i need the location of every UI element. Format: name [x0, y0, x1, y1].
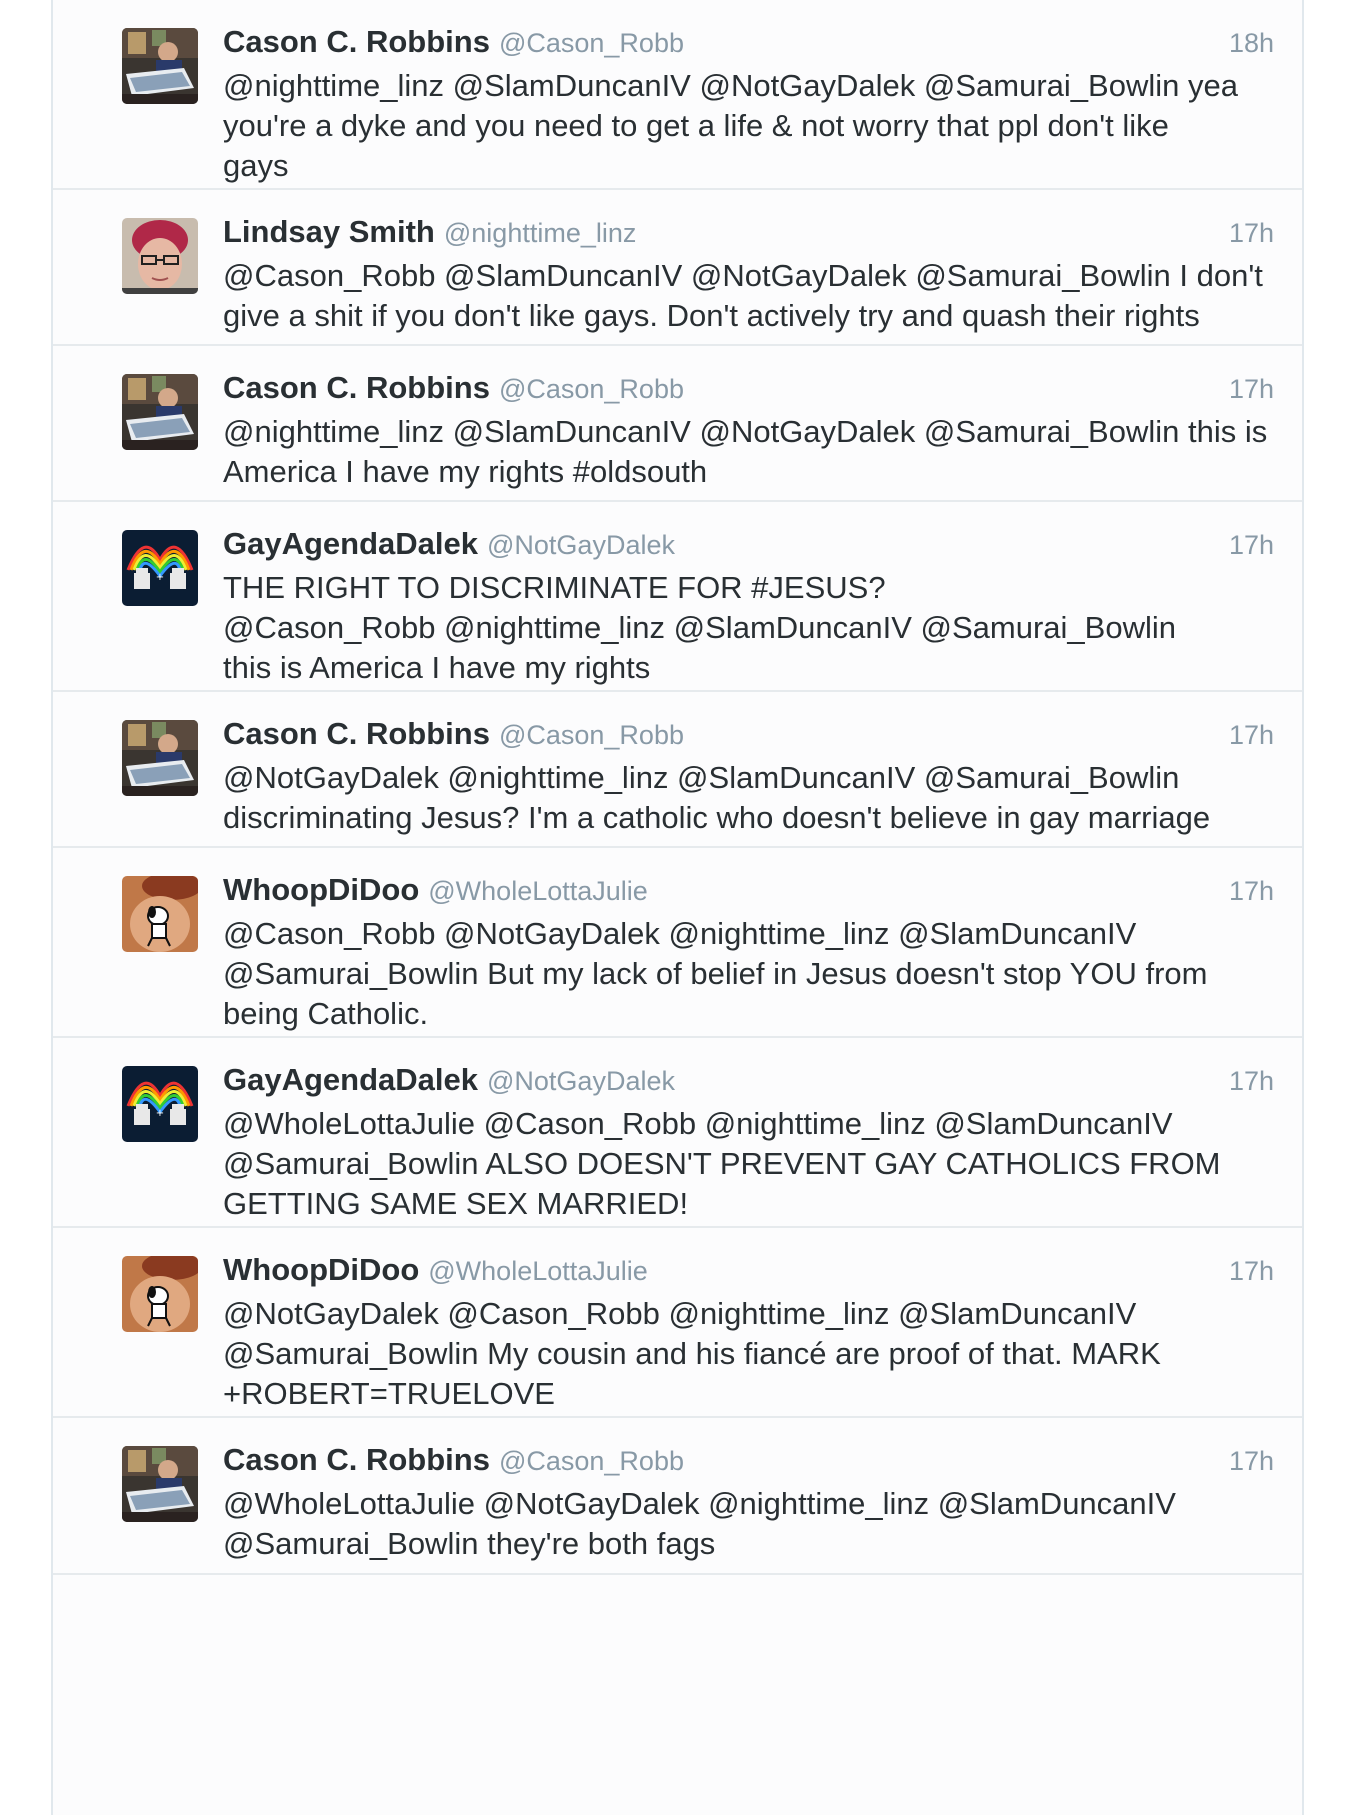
tweet-text: @NotGayDalek @nighttime_linz @SlamDuncan…	[223, 760, 1211, 835]
svg-text:+: +	[156, 1108, 164, 1119]
author-handle[interactable]: @Cason_Robb	[499, 28, 684, 59]
tweet-content: Lindsay Smith @nighttime_linz 17h @Cason…	[223, 214, 1274, 336]
author-name[interactable]: GayAgendaDalek	[223, 1062, 478, 1098]
tweet-timestamp[interactable]: 17h	[1229, 374, 1274, 405]
author-name[interactable]: Lindsay Smith	[223, 214, 435, 250]
author-name[interactable]: Cason C. Robbins	[223, 370, 490, 406]
tweet-content: WhoopDiDoo @WholeLottaJulie 17h @NotGayD…	[223, 1252, 1274, 1414]
author-handle[interactable]: @NotGayDalek	[487, 1066, 675, 1097]
tweet-6[interactable]: WhoopDiDoo @WholeLottaJulie 17h @Cason_R…	[53, 848, 1302, 1038]
tweet-header: Cason C. Robbins @Cason_Robb 17h	[223, 370, 1274, 412]
tweet-content: Cason C. Robbins @Cason_Robb 17h @nightt…	[223, 370, 1274, 492]
cason-avatar[interactable]	[122, 1446, 198, 1522]
author-name[interactable]: Cason C. Robbins	[223, 716, 490, 752]
tweet-header: Lindsay Smith @nighttime_linz 17h	[223, 214, 1274, 256]
tweet-content: GayAgendaDalek @NotGayDalek 17h THE RIGH…	[223, 526, 1274, 688]
tweet-content: WhoopDiDoo @WholeLottaJulie 17h @Cason_R…	[223, 872, 1274, 1034]
author-handle[interactable]: @WholeLottaJulie	[428, 1256, 648, 1287]
tweet-timestamp[interactable]: 17h	[1229, 530, 1274, 561]
tweet-text: @nighttime_linz @SlamDuncanIV @NotGayDal…	[223, 414, 1268, 489]
tweet-1[interactable]: Cason C. Robbins @Cason_Robb 18h @nightt…	[53, 0, 1302, 190]
tweet-timestamp[interactable]: 17h	[1229, 1446, 1274, 1477]
tweet-text: @Cason_Robb @NotGayDalek @nighttime_linz…	[223, 916, 1208, 1031]
tweet-7[interactable]: + GayAgendaDalek @NotGayDalek 17h @Whole…	[53, 1038, 1302, 1228]
tweet-content: Cason C. Robbins @Cason_Robb 17h @WholeL…	[223, 1442, 1274, 1564]
tweet-4[interactable]: + GayAgendaDalek @NotGayDalek 17h THE RI…	[53, 502, 1302, 692]
cason-avatar[interactable]	[122, 720, 198, 796]
tweet-content: GayAgendaDalek @NotGayDalek 17h @WholeLo…	[223, 1062, 1274, 1224]
author-handle[interactable]: @WholeLottaJulie	[428, 876, 648, 907]
tweet-header: Cason C. Robbins @Cason_Robb 17h	[223, 1442, 1274, 1484]
tweet-header: Cason C. Robbins @Cason_Robb 18h	[223, 24, 1274, 66]
author-handle[interactable]: @Cason_Robb	[499, 720, 684, 751]
author-name[interactable]: GayAgendaDalek	[223, 526, 478, 562]
author-handle[interactable]: @nighttime_linz	[444, 218, 637, 249]
cason-avatar[interactable]	[122, 28, 198, 104]
lindsay-avatar[interactable]	[122, 218, 198, 294]
author-name[interactable]: WhoopDiDoo	[223, 1252, 419, 1288]
tweet-header: WhoopDiDoo @WholeLottaJulie 17h	[223, 1252, 1274, 1294]
tweet-text: @nighttime_linz @SlamDuncanIV @NotGayDal…	[223, 68, 1238, 183]
cason-avatar[interactable]	[122, 374, 198, 450]
tweet-header: GayAgendaDalek @NotGayDalek 17h	[223, 526, 1274, 568]
author-handle[interactable]: @Cason_Robb	[499, 1446, 684, 1477]
tweet-timestamp[interactable]: 17h	[1229, 720, 1274, 751]
tweet-header: WhoopDiDoo @WholeLottaJulie 17h	[223, 872, 1274, 914]
tweet-text: @NotGayDalek @Cason_Robb @nighttime_linz…	[223, 1296, 1161, 1411]
julie-avatar[interactable]	[122, 1256, 198, 1332]
tweet-timestamp[interactable]: 17h	[1229, 876, 1274, 907]
author-name[interactable]: WhoopDiDoo	[223, 872, 419, 908]
tweet-timestamp[interactable]: 18h	[1229, 28, 1274, 59]
author-handle[interactable]: @Cason_Robb	[499, 374, 684, 405]
svg-text:+: +	[156, 572, 164, 583]
tweet-9[interactable]: Cason C. Robbins @Cason_Robb 17h @WholeL…	[53, 1418, 1302, 1575]
tweet-timeline: Cason C. Robbins @Cason_Robb 18h @nightt…	[51, 0, 1304, 1815]
dalek-avatar[interactable]: +	[122, 1066, 198, 1142]
julie-avatar[interactable]	[122, 876, 198, 952]
tweet-5[interactable]: Cason C. Robbins @Cason_Robb 17h @NotGay…	[53, 692, 1302, 848]
author-name[interactable]: Cason C. Robbins	[223, 1442, 490, 1478]
tweet-text: @WholeLottaJulie @NotGayDalek @nighttime…	[223, 1486, 1176, 1561]
tweet-text: @WholeLottaJulie @Cason_Robb @nighttime_…	[223, 1106, 1221, 1221]
tweet-timestamp[interactable]: 17h	[1229, 1256, 1274, 1287]
tweet-header: GayAgendaDalek @NotGayDalek 17h	[223, 1062, 1274, 1104]
tweet-2[interactable]: Lindsay Smith @nighttime_linz 17h @Cason…	[53, 190, 1302, 346]
dalek-avatar[interactable]: +	[122, 530, 198, 606]
tweet-text: THE RIGHT TO DISCRIMINATE FOR #JESUS? @C…	[223, 570, 1176, 685]
tweet-timestamp[interactable]: 17h	[1229, 1066, 1274, 1097]
author-name[interactable]: Cason C. Robbins	[223, 24, 490, 60]
tweet-3[interactable]: Cason C. Robbins @Cason_Robb 17h @nightt…	[53, 346, 1302, 502]
tweet-8[interactable]: WhoopDiDoo @WholeLottaJulie 17h @NotGayD…	[53, 1228, 1302, 1418]
tweet-text: @Cason_Robb @SlamDuncanIV @NotGayDalek @…	[223, 258, 1263, 333]
author-handle[interactable]: @NotGayDalek	[487, 530, 675, 561]
tweet-timestamp[interactable]: 17h	[1229, 218, 1274, 249]
tweet-content: Cason C. Robbins @Cason_Robb 17h @NotGay…	[223, 716, 1274, 838]
tweet-list: Cason C. Robbins @Cason_Robb 18h @nightt…	[53, 0, 1302, 1575]
tweet-content: Cason C. Robbins @Cason_Robb 18h @nightt…	[223, 24, 1274, 186]
tweet-header: Cason C. Robbins @Cason_Robb 17h	[223, 716, 1274, 758]
